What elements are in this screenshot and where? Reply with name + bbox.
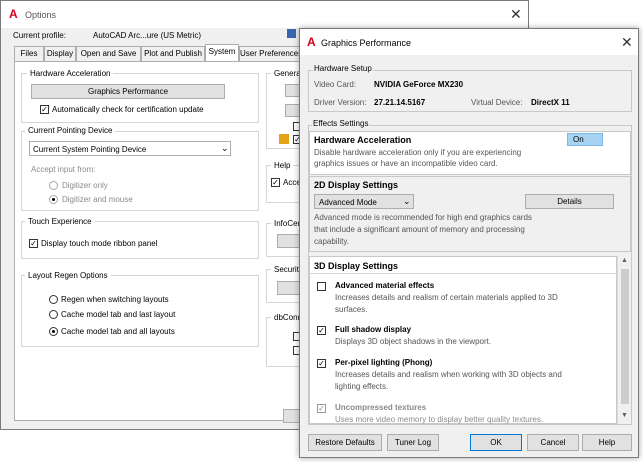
video-card-value: NVIDIA GeForce MX230 xyxy=(374,80,464,89)
uncompressed-textures-label: Uncompressed textures xyxy=(335,403,427,412)
digitizer-only-label: Digitizer only xyxy=(62,181,108,190)
cache-all-layouts-radio[interactable] xyxy=(49,327,58,336)
autocad-a-icon: A xyxy=(9,7,18,21)
tab-system[interactable]: System xyxy=(205,44,239,62)
pointing-device-select[interactable]: Current System Pointing Device ⌄ xyxy=(29,141,231,156)
display-3d-divider xyxy=(309,273,617,274)
full-shadow-checkbox[interactable]: ✓ xyxy=(317,326,326,335)
cache-all-layouts-label: Cache model tab and all layouts xyxy=(61,327,175,336)
drawing-icon xyxy=(287,29,296,38)
auto-check-checkbox[interactable]: ✓ xyxy=(40,105,49,114)
touch-ribbon-checkbox[interactable]: ✓ xyxy=(29,239,38,248)
uncompressed-textures-desc-1: Uses more video memory to display better… xyxy=(335,415,544,424)
scroll-up-icon[interactable]: ▲ xyxy=(621,257,628,264)
digitizer-and-mouse-label: Digitizer and mouse xyxy=(62,195,133,204)
advanced-material-label: Advanced material effects xyxy=(335,281,435,290)
close-icon[interactable]: ✕ xyxy=(621,35,633,49)
display-3d-title: 3D Display Settings xyxy=(314,261,399,271)
auto-check-label: Automatically check for certification up… xyxy=(52,105,204,114)
current-profile-label: Current profile: xyxy=(13,31,66,40)
chevron-down-icon: ⌄ xyxy=(403,196,411,206)
display-2d-mode-select[interactable]: Advanced Mode ⌄ xyxy=(314,194,414,209)
help-checkbox[interactable]: ✓ xyxy=(271,178,280,187)
tuner-log-button[interactable]: Tuner Log xyxy=(387,434,439,451)
gp-titlebar: A Graphics Performance ✕ xyxy=(300,29,638,55)
display-2d-desc-3: capability. xyxy=(314,237,349,246)
scroll-down-icon[interactable]: ▼ xyxy=(621,412,628,419)
hw-accel-toggle-label: On xyxy=(573,135,584,144)
gp-title: Graphics Performance xyxy=(321,38,412,48)
layout-regen-title: Layout Regen Options xyxy=(25,271,111,280)
restore-defaults-button[interactable]: Restore Defaults xyxy=(308,434,382,451)
pointing-device-select-value: Current System Pointing Device xyxy=(33,145,147,154)
regen-switching-radio[interactable] xyxy=(49,295,58,304)
advanced-material-desc-1: Increases details and realism of certain… xyxy=(335,293,558,302)
full-shadow-desc-1: Displays 3D object shadows in the viewpo… xyxy=(335,337,492,346)
help-title: Help xyxy=(271,161,294,170)
hw-accel-desc-2: graphics issues or have an incompatible … xyxy=(314,159,498,168)
digitizer-and-mouse-radio[interactable] xyxy=(49,195,58,204)
options-title: Options xyxy=(25,10,57,20)
graphics-performance-dialog: A Graphics Performance ✕ Hardware Setup … xyxy=(299,28,639,458)
tab-plot-and-publish[interactable]: Plot and Publish xyxy=(141,46,205,61)
cache-last-layout-radio[interactable] xyxy=(49,310,58,319)
driver-version-label: Driver Version: xyxy=(314,98,367,107)
cache-last-layout-label: Cache model tab and last layout xyxy=(61,310,176,319)
advanced-material-checkbox[interactable] xyxy=(317,282,326,291)
touch-experience-title: Touch Experience xyxy=(25,217,95,226)
accept-input-label: Accept input from: xyxy=(31,165,96,174)
effects-settings-title: Effects Settings xyxy=(312,119,370,128)
tab-files[interactable]: Files xyxy=(14,46,44,61)
display-3d-scrollbar[interactable]: ▲ ▼ xyxy=(617,256,631,424)
per-pixel-lighting-desc-1: Increases details and realism when worki… xyxy=(335,370,562,379)
scrollbar-thumb[interactable] xyxy=(621,269,629,404)
display-2d-title: 2D Display Settings xyxy=(314,180,399,190)
close-icon[interactable]: ✕ xyxy=(510,7,522,21)
regen-switching-label: Regen when switching layouts xyxy=(61,295,169,304)
autocad-a-icon: A xyxy=(307,35,316,49)
current-profile-value: AutoCAD Arc...ure (US Metric) xyxy=(93,31,202,40)
virtual-device-label: Virtual Device: xyxy=(471,98,523,107)
hardware-acceleration-title: Hardware Acceleration xyxy=(27,69,114,78)
help-button[interactable]: Help xyxy=(582,434,632,451)
tab-display[interactable]: Display xyxy=(44,46,76,61)
hw-accel-title: Hardware Acceleration xyxy=(314,135,412,145)
per-pixel-lighting-checkbox[interactable]: ✓ xyxy=(317,359,326,368)
display-2d-mode-value: Advanced Mode xyxy=(319,198,377,207)
full-shadow-label: Full shadow display xyxy=(335,325,412,334)
options-titlebar: A Options ✕ xyxy=(1,1,528,28)
graphics-performance-button[interactable]: Graphics Performance xyxy=(31,84,225,99)
display-2d-desc-1: Advanced mode is recommended for high en… xyxy=(314,213,532,222)
touch-ribbon-label: Display touch mode ribbon panel xyxy=(41,239,158,248)
details-button[interactable]: Details xyxy=(525,194,614,209)
display-2d-desc-2: that include a significant amount of mem… xyxy=(314,225,525,234)
ok-button[interactable]: OK xyxy=(470,434,522,451)
driver-version-value: 27.21.14.5167 xyxy=(374,98,426,107)
advanced-material-desc-2: surfaces. xyxy=(335,305,368,314)
hw-accel-desc-1: Disable hardware acceleration only if yo… xyxy=(314,148,522,157)
chevron-down-icon: ⌄ xyxy=(221,143,229,153)
tab-user-preferences[interactable]: User Preferences xyxy=(239,46,301,61)
video-card-label: Video Card: xyxy=(314,80,357,89)
hardware-setup-title: Hardware Setup xyxy=(313,64,373,73)
hw-accel-toggle[interactable]: On xyxy=(567,133,603,146)
virtual-device-value: DirectX 11 xyxy=(531,98,570,107)
tab-open-and-save[interactable]: Open and Save xyxy=(76,46,141,61)
cancel-button[interactable]: Cancel xyxy=(527,434,579,451)
pointing-device-title: Current Pointing Device xyxy=(25,126,116,135)
uncompressed-textures-checkbox[interactable]: ✓ xyxy=(317,404,326,413)
shield-icon xyxy=(279,134,289,144)
per-pixel-lighting-label: Per-pixel lighting (Phong) xyxy=(335,358,433,367)
digitizer-only-radio[interactable] xyxy=(49,181,58,190)
per-pixel-lighting-desc-2: lighting effects. xyxy=(335,382,389,391)
